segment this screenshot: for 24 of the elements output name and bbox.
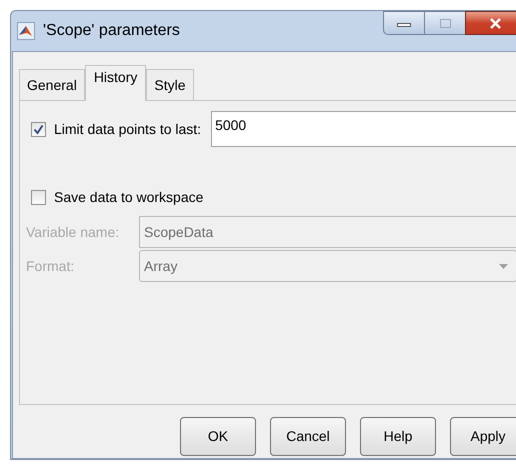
close-button[interactable]: [465, 11, 516, 35]
checkmark-icon: [33, 124, 44, 134]
checkbox[interactable]: [31, 190, 46, 205]
app-logo-icon: [17, 22, 35, 40]
tab[interactable]: History: [84, 65, 146, 101]
tab[interactable]: General: [19, 69, 85, 100]
checkbox-label: Limit data points to last:: [54, 120, 202, 139]
minimize-icon: [397, 23, 411, 27]
checkbox[interactable]: [31, 122, 46, 136]
dialog-button[interactable]: OK: [180, 417, 256, 456]
maximize-icon: [440, 18, 450, 28]
field-label: Variable name:: [26, 222, 120, 242]
checkbox-label: Save data to workspace: [54, 188, 204, 207]
dialog-button[interactable]: Apply: [450, 417, 516, 456]
dialog-button[interactable]: Cancel: [270, 417, 346, 456]
dialog-button[interactable]: Help: [360, 417, 436, 456]
minimize-button[interactable]: [383, 11, 425, 35]
window-title: 'Scope' parameters: [43, 21, 180, 41]
close-icon: [488, 18, 502, 28]
dropdown-arrow-icon: [499, 264, 508, 268]
tab[interactable]: Style: [146, 69, 194, 100]
field-label: Format:: [26, 256, 76, 276]
dropdown-value: Array: [144, 256, 178, 276]
limit-field[interactable]: 5000: [211, 111, 516, 147]
